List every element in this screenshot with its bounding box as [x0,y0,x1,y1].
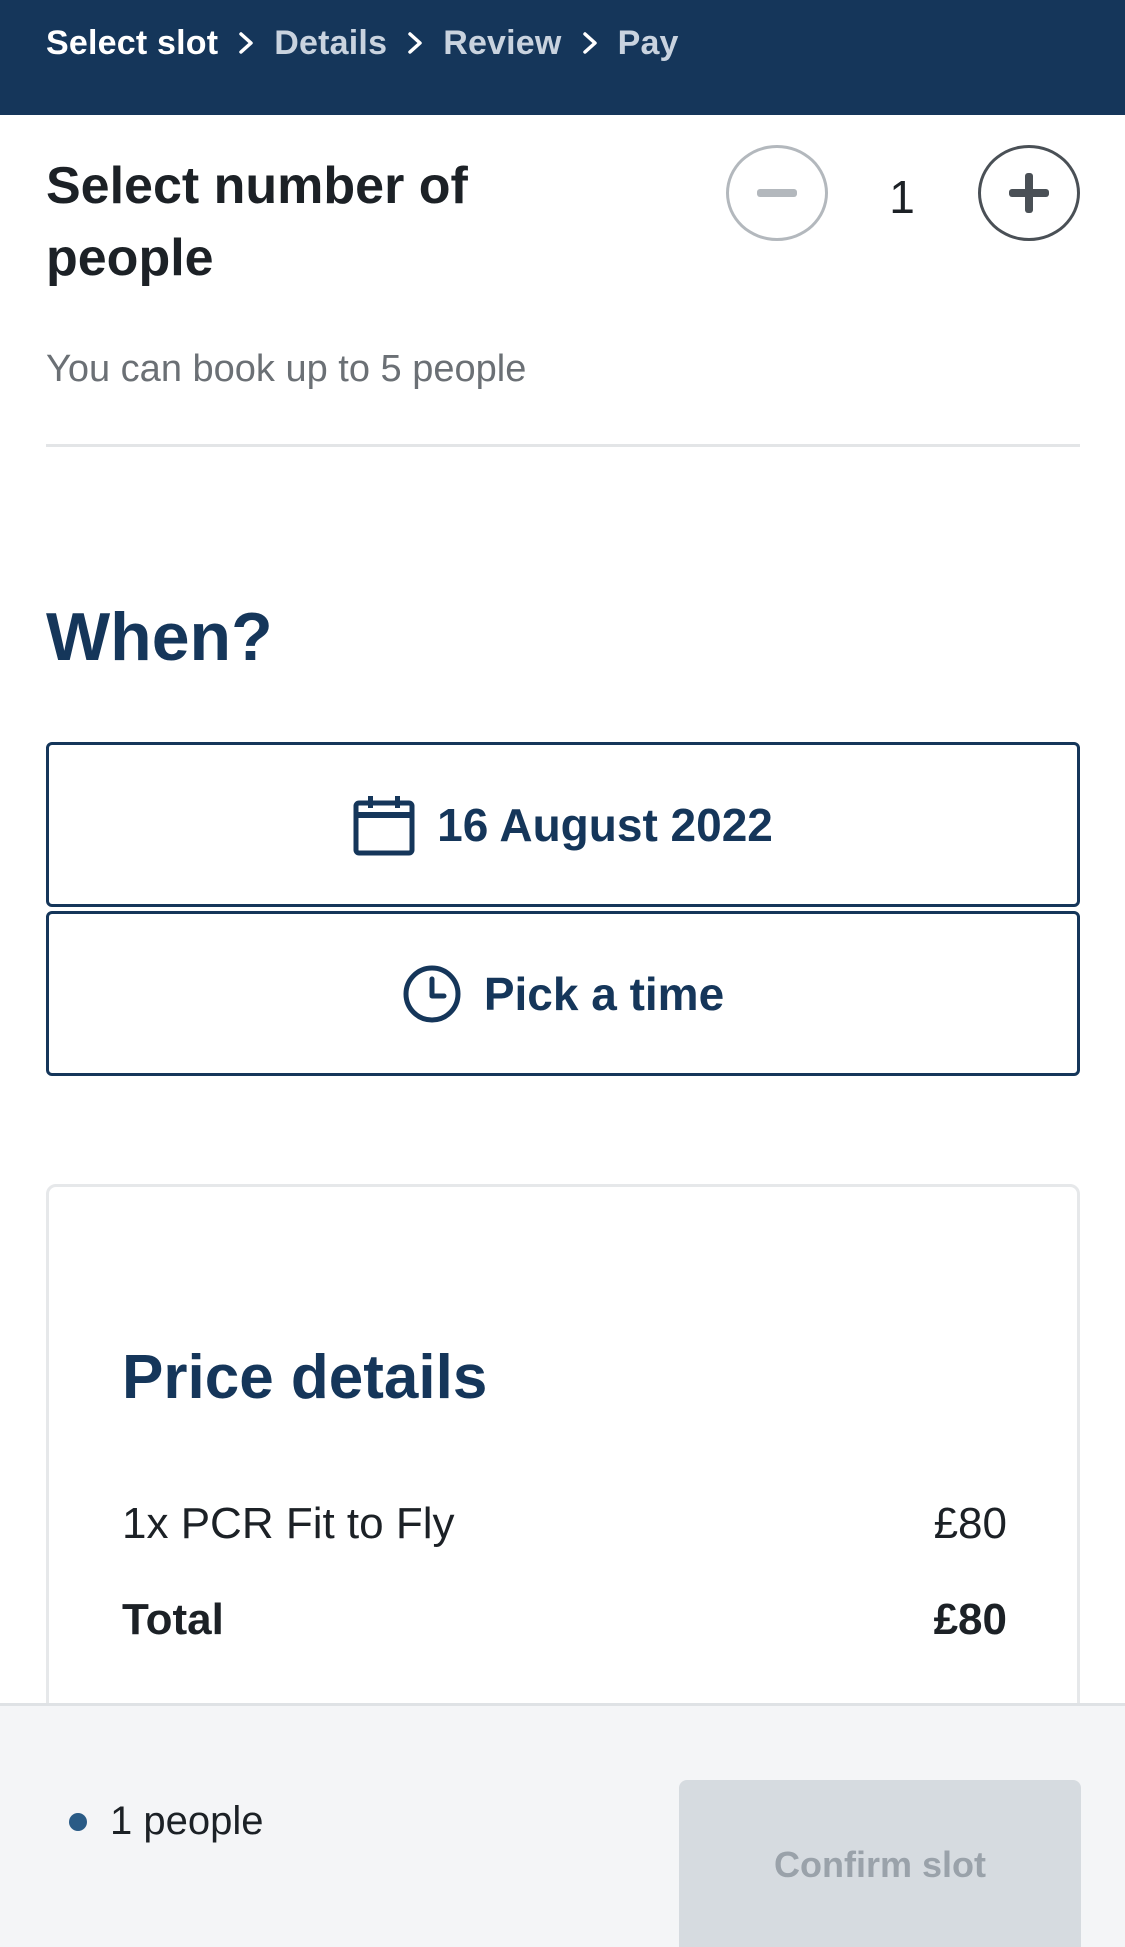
line-item-price: £80 [933,1499,1007,1548]
people-selector-title: Select number of people [46,157,468,287]
price-line-item: 1x PCR Fit to Fly £80 [122,1499,1007,1549]
clock-icon [403,965,461,1022]
bottom-action-bar: 1 people Confirm slot [0,1703,1125,1947]
time-picker-button[interactable]: Pick a time [46,911,1080,1076]
bullet-dot-icon [69,1813,87,1831]
breadcrumb-details[interactable]: Details [274,24,387,63]
line-item-label: 1x PCR Fit to Fly [122,1499,455,1548]
increment-people-button[interactable] [978,145,1080,241]
pick-time-label: Pick a time [483,967,725,1020]
plus-icon [1009,173,1049,213]
chevron-right-icon [226,22,266,64]
people-count-value: 1 [889,171,915,223]
divider [46,444,1080,447]
breadcrumb: Select slot Details Review Pay [46,22,679,64]
confirm-slot-button[interactable]: Confirm slot [679,1780,1081,1947]
when-heading: When? [46,599,273,675]
price-details-title: Price details [122,1343,488,1412]
selected-date-label: 16 August 2022 [437,798,773,851]
chevron-right-icon [395,22,435,64]
breadcrumb-pay[interactable]: Pay [618,24,679,63]
decrement-people-button[interactable] [726,145,828,241]
people-summary: 1 people [110,1799,264,1843]
breadcrumb-select-slot[interactable]: Select slot [46,24,218,63]
price-total-row: Total £80 [122,1595,1007,1645]
minus-icon [757,189,797,197]
people-limit-hint: You can book up to 5 people [46,348,527,390]
breadcrumb-bar: Select slot Details Review Pay [0,0,1125,115]
total-price: £80 [933,1595,1007,1644]
price-details-card: Price details 1x PCR Fit to Fly £80 Tota… [46,1184,1080,1744]
calendar-icon [353,795,415,855]
total-label: Total [122,1595,224,1644]
chevron-right-icon [570,22,610,64]
date-picker-button[interactable]: 16 August 2022 [46,742,1080,907]
breadcrumb-review[interactable]: Review [443,24,561,63]
